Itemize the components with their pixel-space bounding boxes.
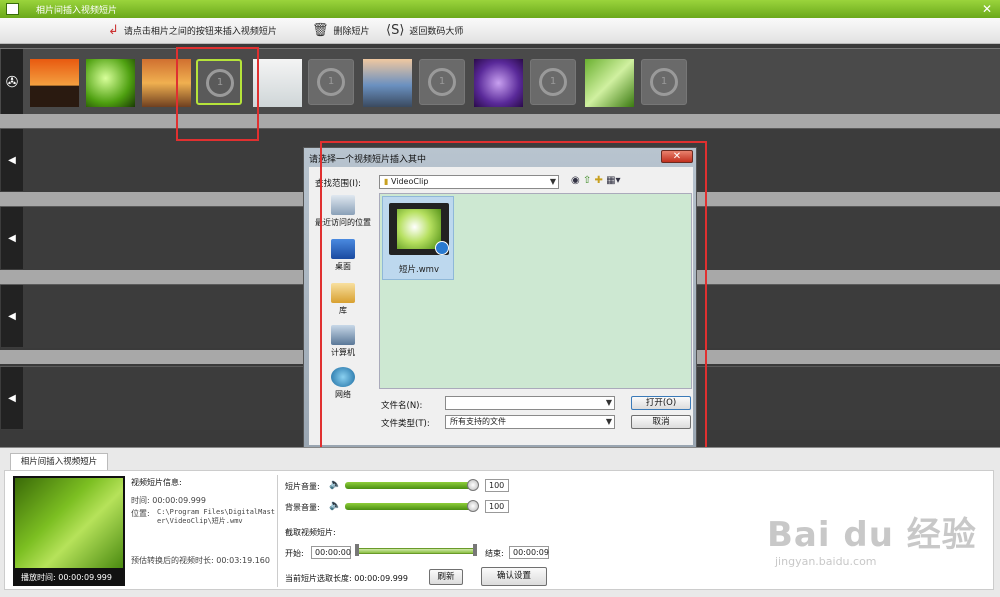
track-arrow-icon[interactable]: ◀ xyxy=(1,367,23,429)
start-label: 开始: xyxy=(285,549,304,558)
track-arrow-icon[interactable]: ◀ xyxy=(1,285,23,347)
app-icon xyxy=(6,3,19,15)
bg-volume-slider[interactable] xyxy=(345,503,475,510)
delete-clip-label: 删除短片 xyxy=(333,27,370,37)
toolbar: ↲ 请点击相片之间的按钮来插入视频短片 🗑 删除短片 ⟨S⟩ 返回数码大师 xyxy=(0,18,1000,44)
photo-thumb[interactable] xyxy=(585,59,634,107)
trim-range-slider[interactable] xyxy=(357,548,477,554)
track-arrow-icon[interactable]: ◀ xyxy=(1,207,23,269)
window-title: 相片间插入视频短片 xyxy=(36,6,118,16)
track-arrow-icon[interactable]: ◀ xyxy=(1,129,23,191)
photo-thumb[interactable] xyxy=(474,59,523,107)
preview-time: 播放时间: 00:00:09.999 xyxy=(21,573,112,582)
photo-strip: ✇ 1 1 1 1 1 xyxy=(0,48,1000,115)
track-separator xyxy=(0,114,1000,128)
selected-length: 当前短片选取长度: 00:00:09.999 xyxy=(285,574,408,583)
photo-thumb[interactable] xyxy=(253,59,302,107)
confirm-settings-button[interactable]: 确认设置 xyxy=(481,567,547,586)
back-s-icon: ⟨S⟩ xyxy=(386,23,405,38)
insert-slot[interactable]: 1 xyxy=(641,59,687,105)
bg-volume-knob[interactable] xyxy=(467,500,479,512)
video-preview: 播放时间: 00:00:09.999 xyxy=(13,476,125,586)
start-time-input[interactable]: 00:00:00 xyxy=(311,546,351,559)
clip-settings-panel: 播放时间: 00:00:09.999 视频短片信息: 时间: 00:00:09.… xyxy=(4,470,994,590)
clip-volume-label: 短片音量: xyxy=(285,482,320,491)
insert-hint: ↲ 请点击相片之间的按钮来插入视频短片 xyxy=(108,23,277,38)
speaker-icon: 🔈 xyxy=(329,500,342,511)
trim-start-handle[interactable] xyxy=(355,544,359,556)
location-value: C:\Program Files\DigitalMaster\VideoClip… xyxy=(157,508,276,525)
annotation-box xyxy=(320,141,707,465)
divider xyxy=(277,475,278,587)
trim-end-handle[interactable] xyxy=(473,544,477,556)
cut-clip-label: 截取视频短片: xyxy=(285,528,336,537)
watermark-logo: Bai du 经验 xyxy=(767,515,977,555)
info-title: 视频短片信息: xyxy=(131,478,182,487)
time-line: 时间: 00:00:09.999 xyxy=(131,496,206,505)
trash-icon: 🗑 xyxy=(312,23,329,38)
tab-insert-clip[interactable]: 相片间插入视频短片 xyxy=(10,453,108,471)
end-time-input[interactable]: 00:00:09 xyxy=(509,546,549,559)
back-button[interactable]: ⟨S⟩ 返回数码大师 xyxy=(386,23,463,38)
insert-slot[interactable]: 1 xyxy=(419,59,465,105)
photo-thumb[interactable] xyxy=(363,59,412,107)
watermark-url: jingyan.baidu.com xyxy=(775,555,877,568)
delete-clip-button[interactable]: 🗑 删除短片 xyxy=(312,23,370,38)
refresh-button[interactable]: 刷新 xyxy=(429,569,463,585)
clip-volume-slider[interactable] xyxy=(345,482,475,489)
photo-thumb[interactable] xyxy=(30,59,79,107)
speaker-icon: 🔈 xyxy=(329,479,342,490)
end-label: 结束: xyxy=(485,549,504,558)
clip-volume-value[interactable]: 100 xyxy=(485,479,509,492)
annotation-box xyxy=(176,47,259,141)
bottom-panel: 相片间插入视频短片 播放时间: 00:00:09.999 视频短片信息: 时间:… xyxy=(0,447,1000,597)
title-bar: 相片间插入视频短片 ✕ xyxy=(0,0,1000,18)
location-label: 位置: xyxy=(131,509,150,518)
film-reel-icon: ✇ xyxy=(1,49,23,115)
back-label: 返回数码大师 xyxy=(409,27,464,37)
close-icon[interactable]: ✕ xyxy=(982,2,992,16)
insert-slot[interactable]: 1 xyxy=(530,59,576,105)
bg-volume-value[interactable]: 100 xyxy=(485,500,509,513)
preview-image xyxy=(15,478,123,568)
hint-text: 请点击相片之间的按钮来插入视频短片 xyxy=(123,27,277,37)
photo-thumb[interactable] xyxy=(86,59,135,107)
insert-slot[interactable]: 1 xyxy=(308,59,354,105)
bg-volume-label: 背景音量: xyxy=(285,503,320,512)
estimated-duration: 预估转换后的视频时长: 00:03:19.160 xyxy=(131,556,270,565)
hint-arrow-icon: ↲ xyxy=(108,23,119,38)
clip-volume-knob[interactable] xyxy=(467,479,479,491)
